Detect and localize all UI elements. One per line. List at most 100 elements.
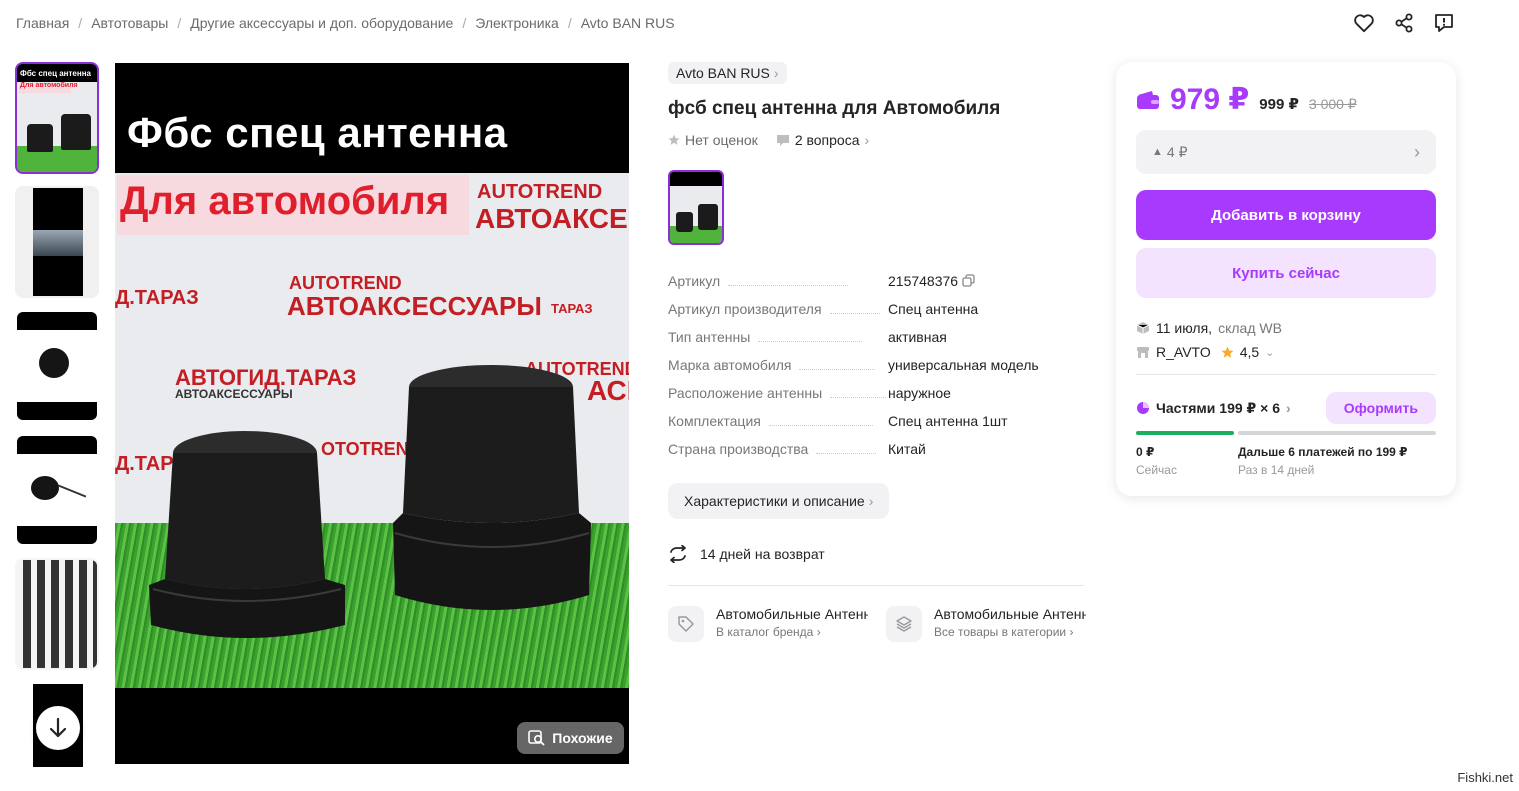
price-current: 979 ₽ (1170, 83, 1250, 116)
installments-button[interactable]: Оформить (1325, 392, 1436, 424)
thumbnail-3[interactable] (15, 310, 99, 422)
similar-label: Похожие (552, 730, 613, 746)
rating[interactable]: Нет оценок (668, 132, 758, 148)
wall-text: AUTOTREND (477, 181, 603, 203)
specs-table: Артикул 215748376 Артикул производителя Сп… (668, 273, 1088, 469)
brand-name: Avto BAN RUS (676, 65, 770, 81)
add-to-cart-button[interactable]: Добавить в корзину (1136, 190, 1436, 240)
scroll-down-button[interactable] (36, 706, 80, 750)
spec-key: Расположение антенны (668, 385, 823, 401)
category-subtitle: В каталог бренда (716, 625, 814, 639)
product-photo: Для автомобиля AUTOTREND АВТОАКСЕ Д.ТАРА… (115, 173, 629, 688)
top-actions (1351, 10, 1457, 36)
breadcrumb-brand[interactable]: Avto BAN RUS (581, 15, 675, 31)
image-headline: Фбс спец антенна (127, 109, 508, 156)
image-banner-text: Для автомобиля (120, 179, 450, 223)
spec-value: 215748376 (888, 273, 975, 289)
copy-icon[interactable] (962, 274, 975, 287)
rating-text: Нет оценок (685, 132, 758, 148)
characteristics-button[interactable]: Характеристики и описание › (668, 483, 890, 519)
report-icon[interactable] (1431, 10, 1457, 36)
product-info: Avto BAN RUS › фсб спец антенна для Авто… (668, 62, 1088, 642)
characteristics-label: Характеристики и описание (684, 493, 865, 509)
wall-text: АВТОАКСЕССУАРЫ (287, 291, 542, 321)
category-all-link[interactable]: Автомобильные Антенны Все товары в катег… (886, 606, 1086, 642)
tag-icon (668, 606, 704, 642)
spec-value: наружное (888, 385, 951, 401)
chevron-right-icon: › (773, 65, 779, 81)
star-icon (668, 134, 680, 145)
spec-row: Марка автомобиля универсальная модель (668, 357, 1088, 385)
category-links: Автомобильные Антенны В каталог бренда ›… (668, 606, 1088, 642)
breadcrumb: Главная / Автотовары / Другие аксессуары и… (16, 15, 675, 31)
wall-text: Д.ТАРАЗ (115, 287, 199, 309)
installments-link[interactable]: Частями 199 ₽ × 6 › (1136, 400, 1291, 417)
thumbnail-list[interactable]: Фбс спец антенна Для автомобиля (15, 62, 101, 767)
star-icon (1221, 346, 1234, 358)
triangle-up-icon: ▲ (1152, 146, 1163, 158)
spec-row: Артикул производителя Спец антенна (668, 301, 1088, 329)
chevron-down-icon: ⌄ (1265, 346, 1275, 359)
pay-later-label: Раз в 14 дней (1238, 463, 1315, 477)
seller-row[interactable]: R_AVTO 4,5 ⌄ (1136, 340, 1282, 364)
spec-key: Артикул (668, 273, 721, 289)
spec-key: Марка автомобиля (668, 357, 792, 373)
chevron-right-icon: › (868, 493, 874, 509)
price-without-wallet: 999 ₽ (1259, 96, 1299, 113)
breadcrumb-accessories[interactable]: Другие аксессуары и доп. оборудование (190, 15, 453, 31)
spec-row: Расположение антенны наружное (668, 385, 1088, 413)
chevron-right-icon: › (864, 132, 870, 148)
pay-now-amount: 0 ₽ (1136, 445, 1155, 459)
arrow-down-icon (49, 717, 67, 738)
questions-link[interactable]: 2 вопроса › (776, 132, 869, 148)
chevron-right-icon: › (1069, 625, 1074, 639)
thumbnail-5[interactable] (15, 558, 99, 670)
delivery-info: 11 июля, склад WB R_AVTO 4,5 ⌄ (1136, 316, 1282, 364)
breadcrumb-separator: / (567, 15, 572, 31)
spec-row: Страна производства Китай (668, 441, 1088, 469)
wall-text: АВТОАКСЕССУАРЫ (175, 387, 293, 401)
thumbnail-1[interactable]: Фбс спец антенна Для автомобиля (15, 62, 99, 174)
category-subtitle: Все товары в категории (934, 625, 1067, 639)
brand-link[interactable]: Avto BAN RUS › (668, 62, 787, 84)
antenna-small (149, 431, 345, 638)
price-history-dropdown[interactable]: ▲ 4 ₽ › (1136, 130, 1436, 174)
question-icon (776, 134, 789, 146)
delivery-warehouse: склад WB (1218, 320, 1282, 336)
spec-key: Страна производства (668, 441, 809, 457)
thumb-headline: Фбс спец антенна (20, 69, 91, 78)
installments-label: Частями 199 ₽ × 6 (1156, 399, 1281, 416)
antenna-large (393, 365, 591, 610)
breadcrumb-home[interactable]: Главная (16, 15, 69, 31)
progress-paid (1136, 431, 1234, 435)
price-card: 979 ₽ 999 ₽ 3 000 ₽ ▲ 4 ₽ › Добавить в ко… (1116, 62, 1456, 496)
wallet-icon (1137, 90, 1159, 109)
variant-thumbnail[interactable] (668, 170, 724, 245)
installments-schedule: 0 ₽ Сейчас Дальше 6 платежей по 199 ₽ Ра… (1136, 445, 1436, 477)
similar-button[interactable]: Похожие (517, 722, 624, 754)
share-icon[interactable] (1391, 10, 1417, 36)
chevron-right-icon: › (1414, 141, 1420, 162)
main-product-image[interactable]: Фбс спец антенна Для автомобиля AUTOTREN… (115, 63, 629, 764)
product-title: фсб спец антенна для Автомобиля (668, 98, 1001, 119)
chevron-right-icon: › (816, 625, 821, 639)
spec-row: Артикул 215748376 (668, 273, 1088, 301)
price-row: 979 ₽ 999 ₽ 3 000 ₽ (1136, 82, 1357, 117)
brand-catalog-link[interactable]: Автомобильные Антенны В каталог бренда › (668, 606, 868, 642)
seller-rating: 4,5 (1239, 344, 1260, 360)
price-change: 4 ₽ (1166, 143, 1188, 160)
return-icon (670, 545, 686, 563)
breadcrumb-electronics[interactable]: Электроника (475, 15, 559, 31)
thumbnail-2[interactable] (15, 186, 99, 298)
heart-icon[interactable] (1351, 10, 1377, 36)
progress-remaining (1238, 431, 1436, 435)
delivery-date: 11 июля, (1156, 320, 1213, 336)
spec-row: Тип антенны активная (668, 329, 1088, 357)
wall-text: АВТОАКСЕ (475, 203, 628, 234)
thumbnail-4[interactable] (15, 434, 99, 546)
pay-now-label: Сейчас (1136, 463, 1177, 477)
breadcrumb-auto[interactable]: Автотовары (91, 15, 168, 31)
image-banner: Для автомобиля (117, 175, 469, 235)
buy-now-button[interactable]: Купить сейчас (1136, 248, 1436, 298)
search-similar-icon (528, 730, 545, 746)
